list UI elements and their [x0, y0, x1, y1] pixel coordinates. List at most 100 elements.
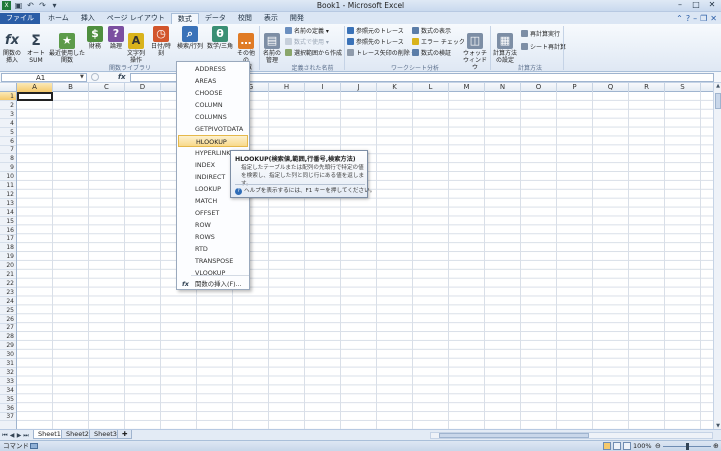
- row-header[interactable]: 19: [0, 252, 16, 262]
- row-header[interactable]: 6: [0, 137, 16, 146]
- row-header[interactable]: 15: [0, 217, 16, 226]
- menu-item-offset[interactable]: OFFSET: [178, 207, 248, 219]
- row-header[interactable]: 4: [0, 119, 16, 128]
- create-from-selection-button[interactable]: 選択範囲から作成: [285, 49, 342, 58]
- tab-formulas[interactable]: 数式: [170, 13, 199, 24]
- insert-function-button[interactable]: fx 関数の 挿入: [2, 26, 22, 64]
- define-name-button[interactable]: 名前の定義 ▾: [285, 27, 329, 36]
- row-header[interactable]: 27: [0, 323, 16, 333]
- zoom-level[interactable]: 100%: [633, 442, 652, 451]
- logical-button[interactable]: ? 論理: [107, 26, 125, 50]
- trace-dependents-button[interactable]: 参照先のトレース: [347, 38, 404, 47]
- page-layout-view-icon[interactable]: [613, 442, 621, 450]
- column-header[interactable]: J: [341, 83, 377, 92]
- calculate-sheet-button[interactable]: シート再計算: [521, 43, 566, 52]
- evaluate-formula-button[interactable]: 数式の検証: [412, 49, 451, 58]
- row-header[interactable]: 8: [0, 154, 16, 164]
- row-header[interactable]: 28: [0, 332, 16, 342]
- zoom-in-icon[interactable]: ⊕: [713, 442, 719, 451]
- zoom-out-icon[interactable]: ⊖: [655, 442, 661, 451]
- menu-insert-function[interactable]: fx 関数の挿入(F)...: [178, 278, 248, 290]
- row-header[interactable]: 29: [0, 341, 16, 351]
- maximize-icon[interactable]: □: [689, 0, 703, 10]
- row-header[interactable]: 30: [0, 350, 16, 360]
- tab-file[interactable]: ファイル: [0, 13, 40, 24]
- trace-precedents-button[interactable]: 参照元のトレース: [347, 27, 404, 36]
- doc-restore-icon[interactable]: ❐: [700, 13, 707, 24]
- row-header[interactable]: 18: [0, 243, 16, 253]
- show-formulas-button[interactable]: 数式の表示: [412, 27, 451, 36]
- row-header[interactable]: 25: [0, 306, 16, 315]
- column-header[interactable]: R: [629, 83, 665, 92]
- menu-item-areas[interactable]: AREAS: [178, 75, 248, 87]
- page-break-view-icon[interactable]: [623, 442, 631, 450]
- doc-close-icon[interactable]: ✕: [710, 13, 717, 24]
- close-icon[interactable]: ✕: [705, 0, 719, 10]
- tab-view[interactable]: 表示: [258, 13, 284, 24]
- column-header[interactable]: L: [413, 83, 449, 92]
- lookup-reference-button[interactable]: ⌕ 検索/行列: [176, 26, 204, 50]
- row-header[interactable]: 3: [0, 110, 16, 119]
- tab-data[interactable]: データ: [199, 13, 232, 24]
- column-header[interactable]: N: [485, 83, 521, 92]
- use-in-formula-button[interactable]: 数式で使用 ▾: [285, 38, 329, 47]
- menu-item-transpose[interactable]: TRANSPOSE: [178, 255, 248, 267]
- horizontal-scroll-thumb[interactable]: [439, 433, 589, 438]
- last-sheet-icon[interactable]: ⏭: [23, 431, 29, 440]
- cell-grid[interactable]: [17, 92, 713, 429]
- select-all-corner[interactable]: [0, 83, 17, 92]
- recent-functions-button[interactable]: ★ 最近使用した 関数: [49, 26, 85, 64]
- row-header[interactable]: 10: [0, 172, 16, 182]
- column-header[interactable]: M: [449, 83, 485, 92]
- menu-item-rtd[interactable]: RTD: [178, 243, 248, 255]
- row-header[interactable]: 12: [0, 190, 16, 199]
- column-header[interactable]: B: [53, 83, 89, 92]
- minimize-ribbon-icon[interactable]: ⌃: [676, 13, 683, 24]
- help-icon[interactable]: ?: [686, 13, 690, 24]
- column-header[interactable]: S: [665, 83, 701, 92]
- tab-page-layout[interactable]: ページ レイアウト: [101, 13, 171, 24]
- row-header[interactable]: 20: [0, 261, 16, 271]
- first-sheet-icon[interactable]: ⏮: [2, 431, 8, 440]
- column-header[interactable]: K: [377, 83, 413, 92]
- row-header[interactable]: 34: [0, 386, 16, 395]
- row-header[interactable]: 14: [0, 208, 16, 217]
- column-header[interactable]: D: [125, 83, 161, 92]
- calculate-now-button[interactable]: 再計算実行: [521, 30, 560, 39]
- vertical-scrollbar[interactable]: ▲ ▼: [713, 83, 721, 429]
- column-header[interactable]: Q: [593, 83, 629, 92]
- zoom-slider-knob[interactable]: [686, 443, 689, 450]
- vertical-scroll-thumb[interactable]: [715, 93, 721, 109]
- name-box[interactable]: A1: [1, 73, 87, 82]
- prev-sheet-icon[interactable]: ◀: [9, 431, 15, 440]
- row-header[interactable]: 24: [0, 297, 16, 306]
- scroll-up-icon[interactable]: ▲: [714, 83, 721, 89]
- minimize-icon[interactable]: –: [673, 0, 687, 10]
- tab-review[interactable]: 校閲: [232, 13, 258, 24]
- row-header[interactable]: 16: [0, 226, 16, 235]
- row-header[interactable]: 17: [0, 234, 16, 244]
- row-header[interactable]: 2: [0, 101, 16, 110]
- formula-cancel-icon[interactable]: [91, 73, 99, 81]
- row-header[interactable]: 36: [0, 404, 16, 413]
- column-header[interactable]: O: [521, 83, 557, 92]
- row-header[interactable]: 13: [0, 199, 16, 208]
- calculation-options-button[interactable]: ▦ 計算方法 の設定: [492, 26, 518, 64]
- insert-function-fx-icon[interactable]: fx: [118, 73, 126, 81]
- horizontal-scrollbar[interactable]: [430, 432, 713, 439]
- row-header[interactable]: 35: [0, 395, 16, 404]
- row-header[interactable]: 32: [0, 368, 16, 377]
- menu-item-rows[interactable]: ROWS: [178, 231, 248, 243]
- watch-window-button[interactable]: ◫ ウォッチ ウィンドウ: [462, 26, 488, 71]
- row-header[interactable]: 23: [0, 288, 16, 297]
- menu-item-address[interactable]: ADDRESS: [178, 63, 248, 75]
- row-header[interactable]: 1: [0, 92, 16, 101]
- row-header[interactable]: 11: [0, 181, 16, 190]
- autosum-button[interactable]: Σ オート SUM: [26, 26, 46, 64]
- column-header[interactable]: H: [269, 83, 305, 92]
- row-header[interactable]: 21: [0, 270, 16, 279]
- remove-arrows-button[interactable]: トレース矢印の削除 ▾: [347, 49, 415, 58]
- active-cell[interactable]: [17, 92, 53, 101]
- financial-button[interactable]: $ 財務: [86, 26, 104, 50]
- row-header[interactable]: 37: [0, 412, 16, 422]
